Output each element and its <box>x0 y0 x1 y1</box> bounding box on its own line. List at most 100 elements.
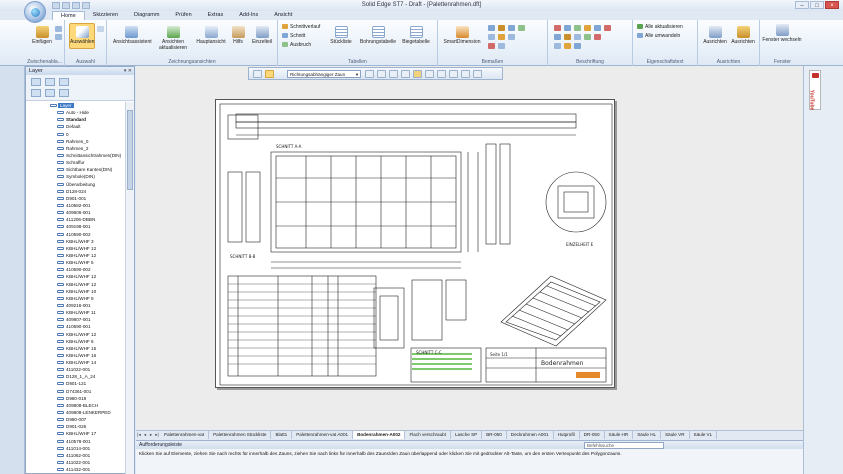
bolt-hole-circle-icon[interactable] <box>554 43 561 49</box>
distance-between-icon[interactable] <box>488 25 495 31</box>
layer-item[interactable]: 410578-001 <box>26 438 126 445</box>
layer-item[interactable]: 0 <box>26 131 126 138</box>
layer-item[interactable]: 409808-LENKERPED <box>26 409 126 416</box>
layer-item[interactable]: KBHL/WHF 12 <box>26 281 126 288</box>
application-button[interactable] <box>24 1 46 23</box>
parts-list-button[interactable]: Stückliste <box>326 26 356 45</box>
maximize-button[interactable]: □ <box>810 1 824 9</box>
layer-item[interactable]: D980-018 <box>26 395 126 402</box>
fence-inside-icon[interactable] <box>365 70 374 78</box>
layer-item[interactable]: Schraffur <box>26 159 126 166</box>
layer-item[interactable]: 411432-001 <box>26 466 126 473</box>
leader-icon[interactable] <box>574 25 581 31</box>
layer-item[interactable]: D128_1_A_24 <box>26 373 126 380</box>
sheet-tab[interactable]: Hutprofil <box>554 431 580 439</box>
dimension-style-icon[interactable] <box>508 34 515 40</box>
layer-item[interactable]: KBHL/WHF 14 <box>26 359 126 366</box>
tab-ansicht[interactable]: Ansicht <box>266 11 300 20</box>
fence-overlap-icon[interactable] <box>377 70 386 78</box>
layer-item[interactable]: 410590-002 <box>26 231 126 238</box>
layer-item[interactable]: 409606-001 <box>26 209 126 216</box>
tab-diagramm[interactable]: Diagramm <box>126 11 167 20</box>
layer-item[interactable]: Rahmen_2 <box>26 145 126 152</box>
layer-item[interactable]: 411014-001 <box>26 445 126 452</box>
convert-all-button[interactable]: Alle umwandeln <box>637 33 680 40</box>
layer-item[interactable]: D980-007 <box>26 416 126 423</box>
tab-home[interactable]: Home <box>52 11 85 20</box>
sheet-tab[interactable]: Palettenrahmen Stückliste <box>209 431 272 439</box>
update-views-button[interactable]: Ansichten aktualisieren <box>155 26 191 51</box>
forward-arrow-icon[interactable] <box>449 70 458 78</box>
align-button[interactable]: Ausrichten <box>702 26 728 45</box>
layer-item[interactable]: 411206-DBBN <box>26 216 126 223</box>
bend-table-button[interactable]: Biegetabelle <box>398 26 434 45</box>
layer-item[interactable]: Symbole(DIN) <box>26 173 126 180</box>
paste-button[interactable]: Einfügen <box>29 26 55 45</box>
view-wizard-button[interactable]: Ansichtsassistent <box>113 26 152 45</box>
balloon-icon[interactable] <box>564 25 571 31</box>
drawing-sheet[interactable]: SCHNITT A-A SCHNITT B-B SCHNITT C-C EINZ… <box>215 99 615 388</box>
layer-item[interactable]: Sichtbare Kanten(DIN) <box>26 166 126 173</box>
layer-item[interactable]: KBHL/WHF 16 <box>26 352 126 359</box>
sheet-tab[interactable]: DR-050 <box>580 431 605 439</box>
layer-root[interactable]: Layer <box>26 102 126 109</box>
layer-item[interactable]: 409807-001 <box>26 316 126 323</box>
layer-item[interactable]: 409216-001 <box>26 302 126 309</box>
layer-item[interactable]: KBHL/WHF 12 <box>26 245 126 252</box>
weld-symbol-icon[interactable] <box>594 25 601 31</box>
layer-item[interactable]: KBHL/WHF 12 <box>26 331 126 338</box>
datum-target-icon[interactable] <box>574 34 581 40</box>
new-layer-icon[interactable] <box>31 78 41 86</box>
angle-between-icon[interactable] <box>498 25 505 31</box>
back-arrow-icon[interactable] <box>437 70 446 78</box>
smart-dimension-button[interactable]: SmartDimension <box>442 26 482 45</box>
layer-item[interactable]: D901-001 <box>26 195 126 202</box>
tab-extras[interactable]: Extras <box>200 11 232 20</box>
layer-item[interactable]: KBHL/WHF 12 <box>26 252 126 259</box>
center-mark-icon[interactable] <box>584 34 591 40</box>
edge-condition-icon[interactable] <box>604 25 611 31</box>
copy-attributes-icon[interactable] <box>488 43 495 49</box>
section-button[interactable]: Schnitt <box>282 33 305 40</box>
layer-item[interactable]: Rahmen_0 <box>26 138 126 145</box>
detail-view-button[interactable]: Einzelteil <box>249 26 275 45</box>
datum-frame-icon[interactable] <box>564 34 571 40</box>
close-button[interactable]: × <box>825 1 839 9</box>
sheet-tab[interactable]: BR-050 <box>482 431 507 439</box>
select-all-icon[interactable] <box>401 70 410 78</box>
cut-icon[interactable] <box>55 26 62 32</box>
sheet-tab[interactable]: Säule HL <box>633 431 662 439</box>
selection-filter-icon[interactable] <box>97 26 104 32</box>
accept-icon[interactable] <box>461 70 470 78</box>
layer-properties-icon[interactable] <box>59 89 69 97</box>
previous-selection-icon[interactable] <box>425 70 434 78</box>
filter-layer-icon[interactable] <box>45 89 55 97</box>
sheet-tab[interactable]: Säule VR <box>661 431 690 439</box>
layer-panel-header-buttons[interactable]: ▾ ✕ <box>124 67 132 75</box>
fence-mode-select[interactable]: Richtungsabhängiger Zaun ▼ <box>287 70 361 78</box>
sheet-tab[interactable]: Lasche SP <box>451 431 483 439</box>
filter-icon[interactable] <box>389 70 398 78</box>
layer-item[interactable]: Default <box>26 123 126 130</box>
layer-item[interactable]: KBHL/WHF 10 <box>26 288 126 295</box>
text-icon[interactable] <box>564 43 571 49</box>
sheet-tab[interactable]: Deckrahmen A001 <box>507 431 554 439</box>
auxiliary-view-button[interactable]: Hilfs <box>229 26 247 45</box>
angular-coordinate-icon[interactable] <box>498 34 505 40</box>
sheet-tab[interactable]: Blatt1 <box>271 431 293 439</box>
sheet-tab[interactable]: Säule HR <box>605 431 634 439</box>
cutting-plane-button[interactable]: Schnittverlauf <box>282 24 320 31</box>
centerline-icon[interactable] <box>594 34 601 40</box>
layer-item[interactable]: 411062-001 <box>26 452 126 459</box>
layer-item[interactable]: 409198-001 <box>26 223 126 230</box>
layer-item[interactable]: D901-026 <box>26 423 126 430</box>
layer-item[interactable]: Standard <box>26 116 126 123</box>
show-layer-icon[interactable] <box>59 78 69 86</box>
layer-item[interactable]: KBHL/WHF 12 <box>26 273 126 280</box>
layer-item[interactable]: 411022-001 <box>26 459 126 466</box>
pointer-icon[interactable] <box>253 70 262 78</box>
layer-item[interactable]: KBHL/WHF 5 <box>26 259 126 266</box>
update-all-button[interactable]: Alle aktualisieren <box>637 24 683 31</box>
delete-layer-icon[interactable] <box>45 78 55 86</box>
layer-item[interactable]: D901-121 <box>26 380 126 387</box>
